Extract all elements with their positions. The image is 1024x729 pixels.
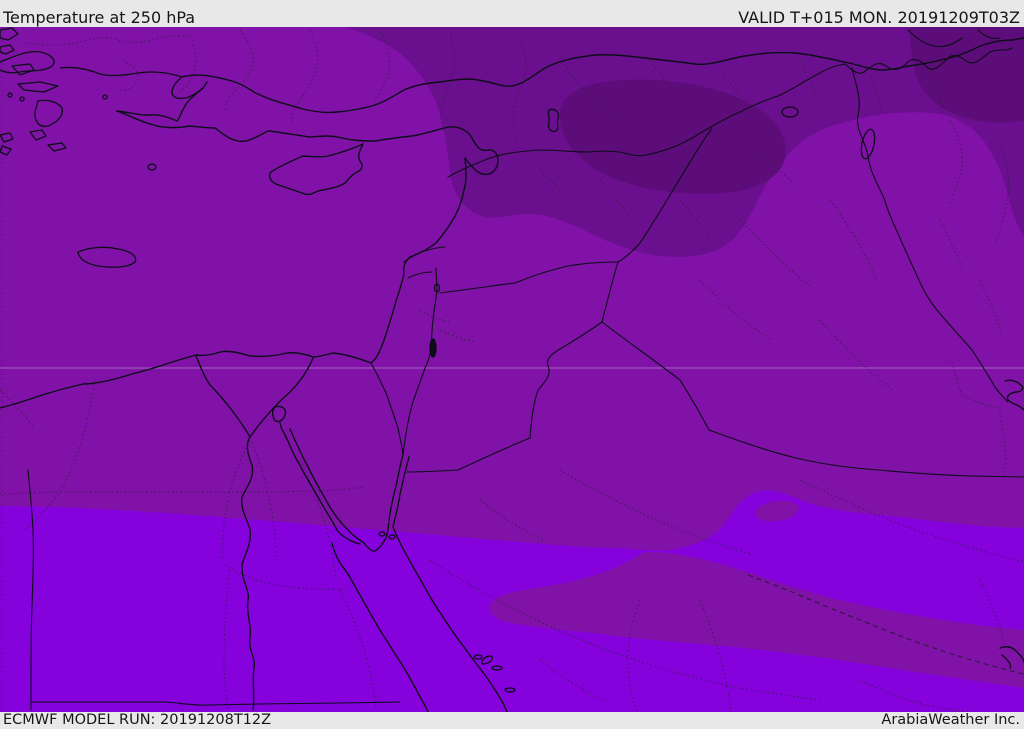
dead-sea bbox=[429, 338, 437, 358]
header-bar: Temperature at 250 hPa VALID T+015 MON. … bbox=[0, 0, 1024, 27]
weather-map bbox=[0, 27, 1024, 712]
footer-bar: ECMWF MODEL RUN: 20191208T12Z ArabiaWeat… bbox=[0, 712, 1024, 729]
valid-time: VALID T+015 MON. 20191209T03Z bbox=[738, 8, 1020, 27]
credit-label: ArabiaWeather Inc. bbox=[881, 711, 1020, 728]
map-title: Temperature at 250 hPa bbox=[3, 8, 196, 27]
model-run-label: ECMWF MODEL RUN: 20191208T12Z bbox=[3, 711, 272, 728]
